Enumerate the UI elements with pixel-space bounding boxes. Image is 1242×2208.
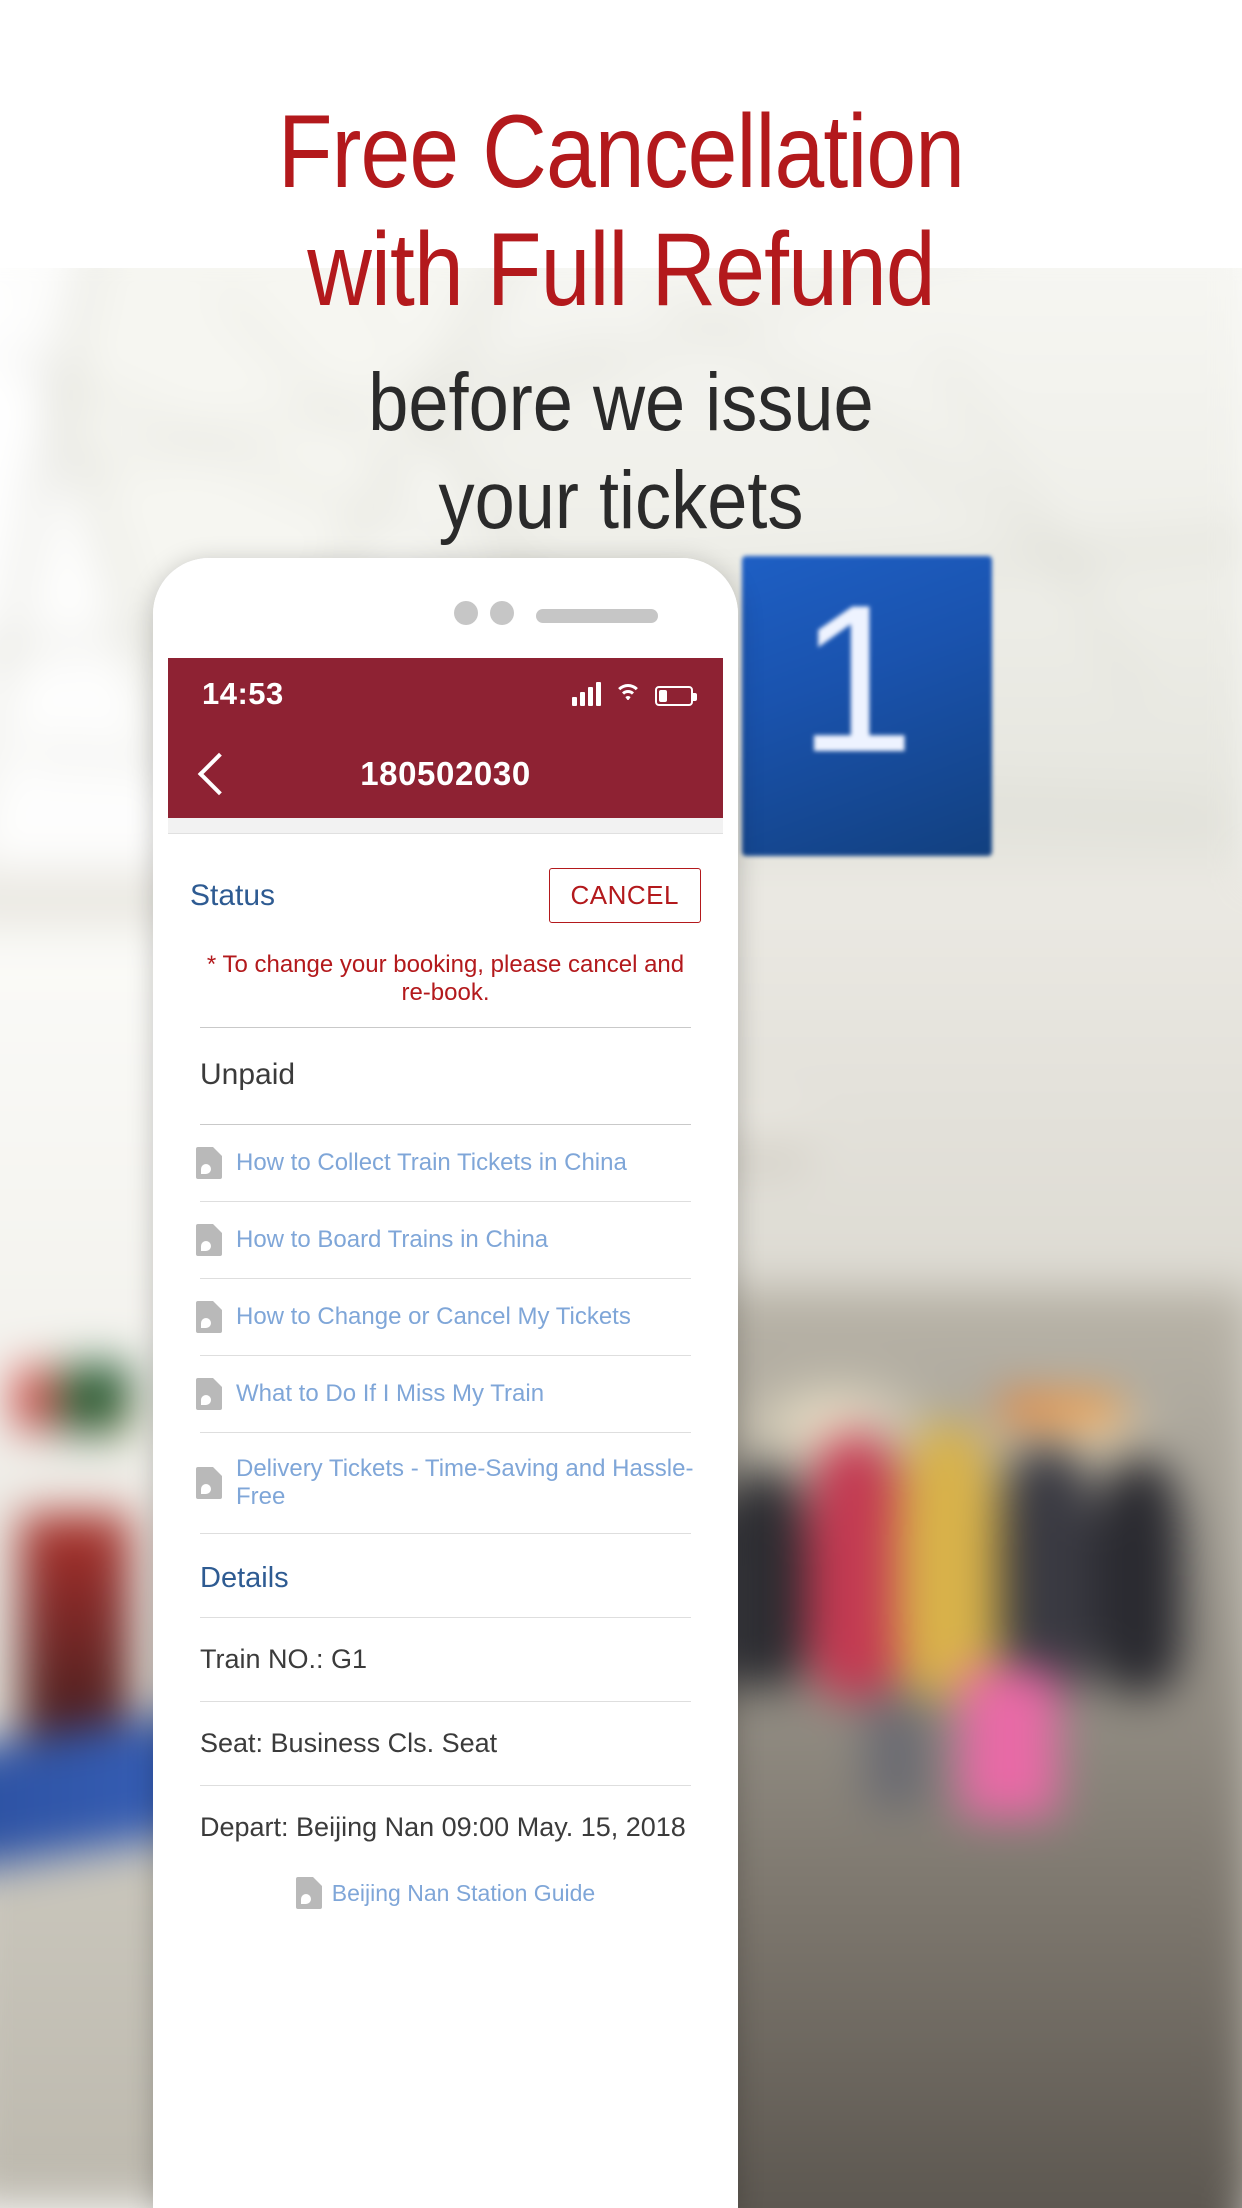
- phone-screen: 14:53 180502030 Status CANCEL * To chang…: [168, 658, 723, 2208]
- help-link-row[interactable]: What to Do If I Miss My Train: [190, 1356, 701, 1432]
- help-link-label: What to Do If I Miss My Train: [236, 1380, 545, 1407]
- promo-subheadline-line1: before we issue: [368, 357, 874, 448]
- promo-headline-line2: with Full Refund: [307, 212, 935, 328]
- status-bar-icons: [572, 682, 697, 706]
- app-bar: 180502030: [168, 730, 723, 818]
- detail-row: Seat: Business Cls. Seat: [200, 1728, 498, 1758]
- help-link-row[interactable]: How to Board Trains in China: [190, 1202, 701, 1278]
- promo-headline-line1: Free Cancellation: [277, 94, 965, 210]
- promo-subheadline: before we issue your tickets: [75, 357, 1168, 547]
- station-guide-link-row[interactable]: Beijing Nan Station Guide: [190, 1869, 701, 1909]
- left-red-panel: [15, 1368, 55, 1430]
- details-heading: Details: [200, 1562, 289, 1594]
- booking-content: Status CANCEL * To change your booking, …: [168, 834, 723, 1909]
- promo-subheadline-line2: your tickets: [438, 455, 804, 547]
- help-link-row[interactable]: Delivery Tickets - Time-Saving and Hassl…: [190, 1433, 701, 1533]
- platform-sign-number: 1: [798, 561, 915, 796]
- detail-row: Train NO.: G1: [200, 1644, 368, 1674]
- help-link-label: How to Board Trains in China: [236, 1226, 549, 1253]
- document-icon: [196, 1147, 222, 1179]
- help-link-row[interactable]: How to Change or Cancel My Tickets: [190, 1279, 701, 1355]
- document-icon: [295, 1877, 322, 1909]
- help-link-row[interactable]: How to Collect Train Tickets in China: [190, 1125, 701, 1201]
- status-label: Status: [190, 878, 276, 912]
- platform-sign: 1: [742, 556, 992, 856]
- phone-top-bezel: [153, 558, 738, 658]
- status-bar: 14:53: [168, 658, 723, 730]
- front-camera-icon: [454, 601, 478, 625]
- status-value: Unpaid: [200, 1058, 296, 1091]
- booking-change-note: * To change your booking, please cancel …: [206, 951, 685, 1006]
- cancel-button[interactable]: CANCEL: [548, 868, 701, 923]
- left-kiosk: [20, 1513, 130, 1753]
- help-link-label: How to Collect Train Tickets in China: [236, 1149, 627, 1176]
- detail-row: Depart: Beijing Nan 09:00 May. 15, 2018: [200, 1812, 686, 1842]
- document-icon: [196, 1301, 222, 1333]
- wifi-icon: [614, 684, 642, 706]
- promo-headline-block: Free Cancellation with Full Refund befor…: [0, 0, 1242, 544]
- battery-low-icon: [655, 686, 697, 706]
- sensor-icon: [490, 601, 514, 625]
- document-icon: [196, 1224, 222, 1256]
- signal-bars-icon: [572, 682, 601, 706]
- left-green-panel: [60, 1364, 130, 1434]
- page-title: 180502030: [360, 755, 531, 792]
- document-icon: [196, 1467, 222, 1499]
- station-guide-link-label: Beijing Nan Station Guide: [331, 1879, 596, 1906]
- help-link-label: How to Change or Cancel My Tickets: [236, 1303, 631, 1330]
- phone-mockup: 14:53 180502030 Status CANCEL * To chang…: [153, 558, 738, 2208]
- status-row: Status CANCEL: [190, 834, 701, 929]
- promo-headline: Free Cancellation with Full Refund: [87, 100, 1155, 322]
- document-icon: [196, 1378, 222, 1410]
- earpiece-speaker: [536, 609, 658, 623]
- orange-signage: [1000, 1396, 1120, 1422]
- appbar-shadow-divider: [168, 818, 723, 834]
- help-link-label: Delivery Tickets - Time-Saving and Hassl…: [236, 1455, 694, 1510]
- status-bar-time: 14:53: [202, 676, 284, 711]
